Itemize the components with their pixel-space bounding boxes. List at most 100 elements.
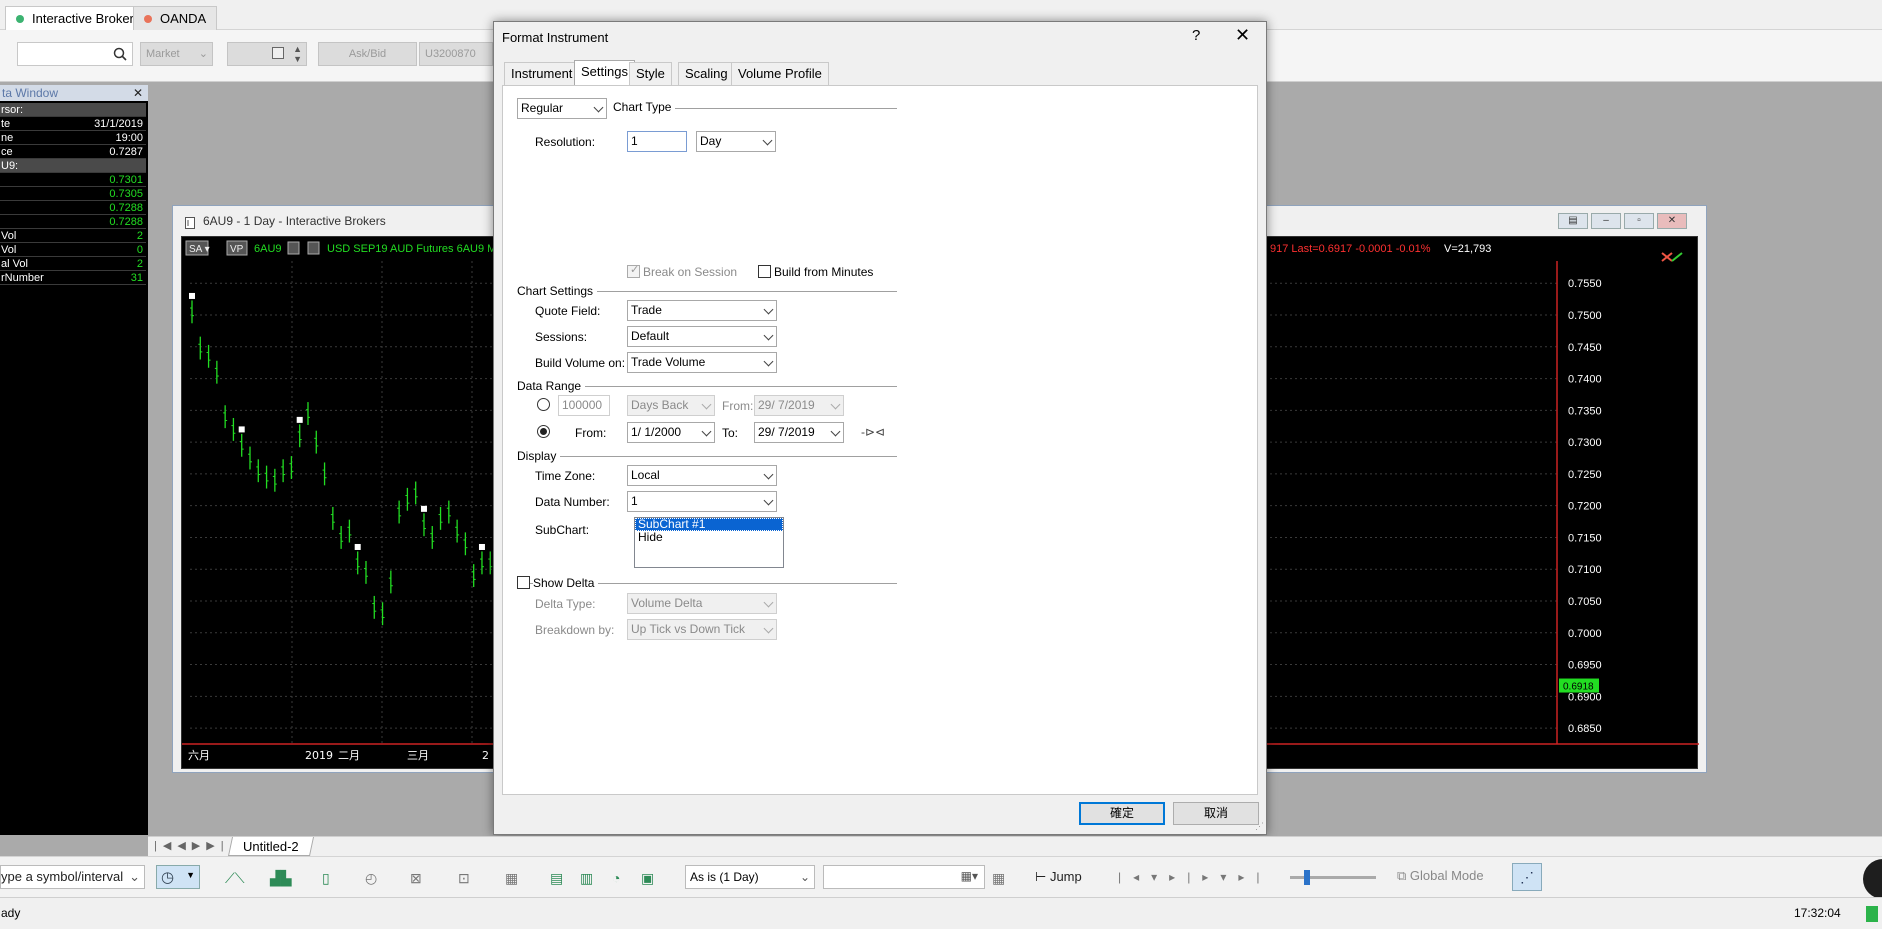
- tab-interactive-brokers[interactable]: Interactive Brokers: [5, 6, 152, 30]
- grid-icon[interactable]: ▦: [505, 870, 518, 886]
- sheet-tab-untitled-2[interactable]: Untitled-2: [227, 837, 314, 856]
- build-volume-label: Build Volume on:: [535, 356, 626, 370]
- maximize-button[interactable]: ▫: [1624, 213, 1654, 229]
- floating-action-button[interactable]: [1863, 859, 1882, 899]
- account-select[interactable]: U3200870: [419, 42, 493, 66]
- quote-field-select[interactable]: Trade: [627, 300, 777, 321]
- help-icon[interactable]: ?: [1192, 27, 1200, 44]
- zoom-slider-thumb[interactable]: [1304, 870, 1310, 885]
- data-window-row-value: 0.7287: [109, 146, 143, 158]
- chevron-down-icon: [701, 426, 712, 437]
- price-tick-label: 0.6950: [1568, 660, 1602, 672]
- breakdown-label: Breakdown by:: [535, 623, 615, 637]
- delta-type-select[interactable]: Volume Delta: [627, 593, 777, 614]
- zoom-slider[interactable]: [1290, 870, 1376, 885]
- minimize-button[interactable]: –: [1591, 213, 1621, 229]
- expand-button[interactable]: [307, 241, 320, 255]
- symbol-menu-button[interactable]: [287, 241, 300, 255]
- resize-grip-icon[interactable]: ⋰: [1255, 821, 1264, 832]
- sessions-select[interactable]: Default: [627, 326, 777, 347]
- from-date-value: 1/ 1/2000: [631, 425, 682, 439]
- symbol-search-input[interactable]: [17, 42, 133, 66]
- ok-button[interactable]: 確定: [1079, 802, 1165, 825]
- calculator-icon: [272, 47, 284, 59]
- clock-button[interactable]: ◷ ▼: [156, 865, 200, 889]
- close-button[interactable]: ✕: [1657, 213, 1687, 229]
- sheet-nav-arrows-icon[interactable]: |◀◀▶▶|: [154, 839, 230, 852]
- refresh-icon[interactable]: ◔: [612, 870, 620, 886]
- subchart-option-hide[interactable]: Hide: [635, 531, 783, 544]
- quantity-field[interactable]: ▲ ▼: [227, 42, 307, 66]
- chevron-down-icon: [593, 102, 604, 113]
- data-window-row: 0.7305: [0, 187, 146, 201]
- build-from-minutes-checkbox[interactable]: [758, 265, 771, 278]
- line-chart-icon[interactable]: ⟋⟍: [225, 870, 245, 886]
- resolution-input[interactable]: 1: [627, 131, 687, 152]
- days-back-input[interactable]: 100000: [558, 395, 610, 416]
- sa-label: SA ▾: [189, 244, 210, 255]
- display-heading: Display: [517, 449, 561, 463]
- price-tick-label: 0.7050: [1568, 596, 1602, 608]
- swing-marker: [296, 416, 303, 423]
- tab-volume-profile[interactable]: Volume Profile: [731, 62, 829, 85]
- price-tick-label: 0.7300: [1568, 437, 1602, 449]
- alert-clock-icon[interactable]: ◴: [365, 870, 377, 886]
- data-window-row: te 31/1/2019: [0, 117, 146, 131]
- cancel-button[interactable]: 取消: [1173, 802, 1259, 825]
- data-window-row: Vol 2: [0, 229, 146, 243]
- symbol-interval-input[interactable]: ype a symbol/interval ⌄: [0, 865, 145, 889]
- resolution-unit-select[interactable]: Day: [696, 131, 776, 152]
- time-zone-select[interactable]: Local: [627, 465, 777, 486]
- remove-indicator-icon[interactable]: ▤: [550, 870, 563, 886]
- chart-layout-button[interactable]: ▤: [1558, 213, 1588, 229]
- strategy-settings-icon[interactable]: ⊡: [458, 870, 470, 886]
- from-date-picker[interactable]: 1/ 1/2000: [627, 422, 715, 443]
- remove-strategy-icon[interactable]: ▥: [580, 870, 593, 886]
- global-mode-label: Global Mode: [1409, 868, 1484, 883]
- days-back-select[interactable]: Days Back: [627, 395, 715, 416]
- chart-settings-heading: Chart Settings: [517, 284, 598, 298]
- show-delta-checkbox[interactable]: [517, 576, 530, 589]
- crosshair-toggle-icon[interactable]: [1661, 252, 1683, 262]
- interval-select[interactable]: As is (1 Day) ⌄: [685, 865, 815, 889]
- to-date-picker[interactable]: 29/ 7/2019: [754, 422, 844, 443]
- date-jump-field[interactable]: ▦▾: [823, 865, 985, 889]
- data-window-row: rNumber 31: [0, 271, 146, 285]
- subchart-listbox[interactable]: SubChart #1 Hide: [634, 517, 784, 568]
- strategy-icon[interactable]: ⊠: [410, 870, 422, 886]
- playback-controls-icon[interactable]: |◂▾▸|▸▾▸|: [1118, 870, 1272, 884]
- chart-window-title: 6AU9 - 1 Day - Interactive Brokers: [203, 214, 386, 228]
- bar-chart-icon[interactable]: ▟▙: [270, 870, 292, 886]
- data-number-select[interactable]: 1: [627, 491, 777, 512]
- chart-type-select[interactable]: Regular: [517, 98, 607, 119]
- ask-bid-button[interactable]: Ask/Bid: [318, 42, 417, 66]
- tab-scaling[interactable]: Scaling: [678, 62, 735, 85]
- order-type-select[interactable]: Market ⌄: [140, 42, 213, 66]
- global-mode-button[interactable]: ⧉ Global Mode: [1397, 868, 1484, 884]
- status-time: 17:32:04: [1794, 906, 1841, 920]
- time-axis-label: 二月: [338, 749, 360, 762]
- break-on-session-checkbox[interactable]: ✓: [627, 264, 640, 278]
- date-range-radio[interactable]: [537, 425, 550, 438]
- tab-instrument[interactable]: Instrument: [504, 62, 580, 85]
- swing-marker: [420, 505, 427, 512]
- indicator-icon[interactable]: ▯: [322, 870, 330, 886]
- close-icon[interactable]: ✕: [1235, 25, 1250, 46]
- calendar-icon[interactable]: ▣: [641, 870, 654, 886]
- jump-button[interactable]: ⊢ Jump: [1035, 869, 1082, 885]
- tab-settings[interactable]: Settings: [574, 60, 635, 86]
- data-window-row: rsor:: [0, 103, 146, 117]
- time-axis: 六月 2019 二月 三月 2: [188, 749, 489, 762]
- close-icon[interactable]: ✕: [132, 85, 144, 101]
- data-window-row-label: te: [1, 118, 11, 130]
- to-label: To:: [722, 426, 739, 440]
- tab-style[interactable]: Style: [629, 62, 672, 85]
- breakdown-select[interactable]: Up Tick vs Down Tick: [627, 619, 777, 640]
- trendline-toggle-icon[interactable]: ⋰: [1512, 863, 1542, 891]
- from-disabled-date[interactable]: 29/ 7/2019: [754, 395, 844, 416]
- calculator-icon[interactable]: ▦: [992, 870, 1005, 886]
- days-back-radio[interactable]: [537, 398, 550, 411]
- pin-icon[interactable]: -⊳⊲: [861, 425, 885, 439]
- tab-oanda[interactable]: OANDA: [133, 6, 218, 30]
- build-volume-select[interactable]: Trade Volume: [627, 352, 777, 373]
